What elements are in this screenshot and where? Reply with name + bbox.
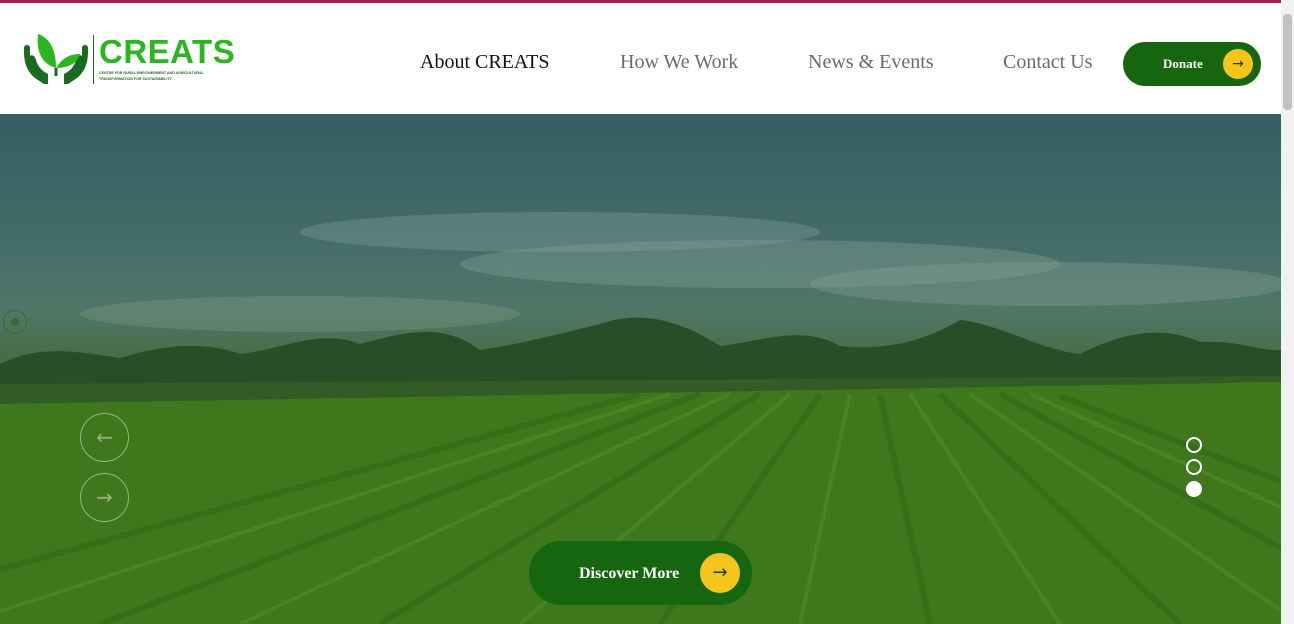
circle-dot-icon[interactable]	[3, 310, 27, 334]
scrollbar-thumb[interactable]	[1283, 14, 1292, 110]
slider-next-button[interactable]: →	[80, 473, 129, 522]
arrow-right-icon: →	[700, 553, 740, 593]
slider-pagination	[1186, 437, 1202, 497]
slider-prev-button[interactable]: ←	[80, 413, 129, 462]
discover-more-label: Discover More	[579, 565, 680, 582]
nav-news-events[interactable]: News & Events	[808, 51, 934, 74]
discover-more-button[interactable]: Discover More →	[529, 541, 752, 605]
donate-button[interactable]: Donate →	[1123, 42, 1261, 86]
site-header: CREATS Centre for Rural Empowerment and …	[0, 3, 1281, 114]
nav-how-we-work[interactable]: How We Work	[620, 51, 738, 74]
arrow-right-icon: →	[96, 485, 113, 509]
main-nav: About CREATS How We Work News & Events C…	[0, 51, 1281, 81]
slider-dot-3[interactable]	[1186, 481, 1202, 497]
page-scrollbar[interactable]	[1281, 0, 1294, 624]
slider-dot-2[interactable]	[1186, 459, 1202, 475]
hero-slider: ← → Discover More →	[0, 114, 1281, 624]
donate-label: Donate	[1163, 56, 1203, 71]
nav-about[interactable]: About CREATS	[420, 51, 549, 74]
slider-dot-1[interactable]	[1186, 437, 1202, 453]
nav-contact-us[interactable]: Contact Us	[1003, 51, 1092, 74]
arrow-left-icon: ←	[96, 425, 113, 449]
arrow-right-icon: →	[1223, 49, 1253, 79]
